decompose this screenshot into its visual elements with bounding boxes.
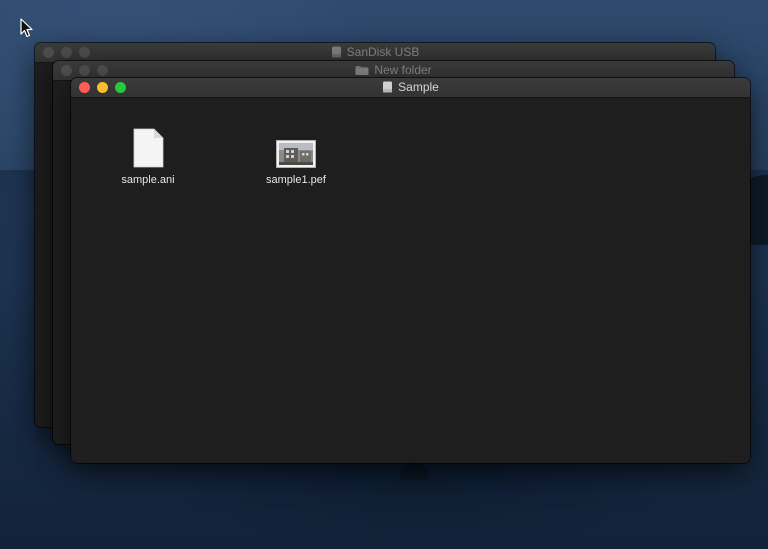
window-title-text: Sample bbox=[398, 80, 439, 94]
file-item-sample1-pef[interactable]: sample1.pef bbox=[241, 124, 351, 186]
file-name: sample.ani bbox=[121, 174, 175, 186]
image-thumbnail-icon[interactable] bbox=[276, 140, 316, 168]
window-titlebar[interactable]: SanDisk USB bbox=[35, 43, 715, 63]
folder-icon bbox=[355, 66, 369, 75]
blank-document-icon[interactable] bbox=[132, 128, 164, 168]
file-name: sample1.pef bbox=[266, 174, 326, 186]
window-content[interactable]: sample.ani sample1.pef bbox=[71, 98, 750, 463]
mouse-pointer-icon bbox=[20, 18, 33, 38]
file-item-sample-ani[interactable]: sample.ani bbox=[93, 124, 203, 186]
desktop: SanDisk USB New folder Sample sample.ani… bbox=[0, 0, 768, 549]
window-title: SanDisk USB bbox=[35, 45, 715, 59]
window-title-text: SanDisk USB bbox=[346, 45, 420, 59]
window-title-text: New folder bbox=[374, 63, 432, 77]
window-titlebar[interactable]: Sample bbox=[71, 78, 750, 98]
drive-icon bbox=[383, 81, 393, 93]
window-title: Sample bbox=[71, 80, 750, 94]
finder-window-sample[interactable]: Sample sample.ani sample1.pef bbox=[71, 78, 750, 463]
drive-icon bbox=[331, 46, 341, 58]
window-title: New folder bbox=[53, 63, 734, 77]
